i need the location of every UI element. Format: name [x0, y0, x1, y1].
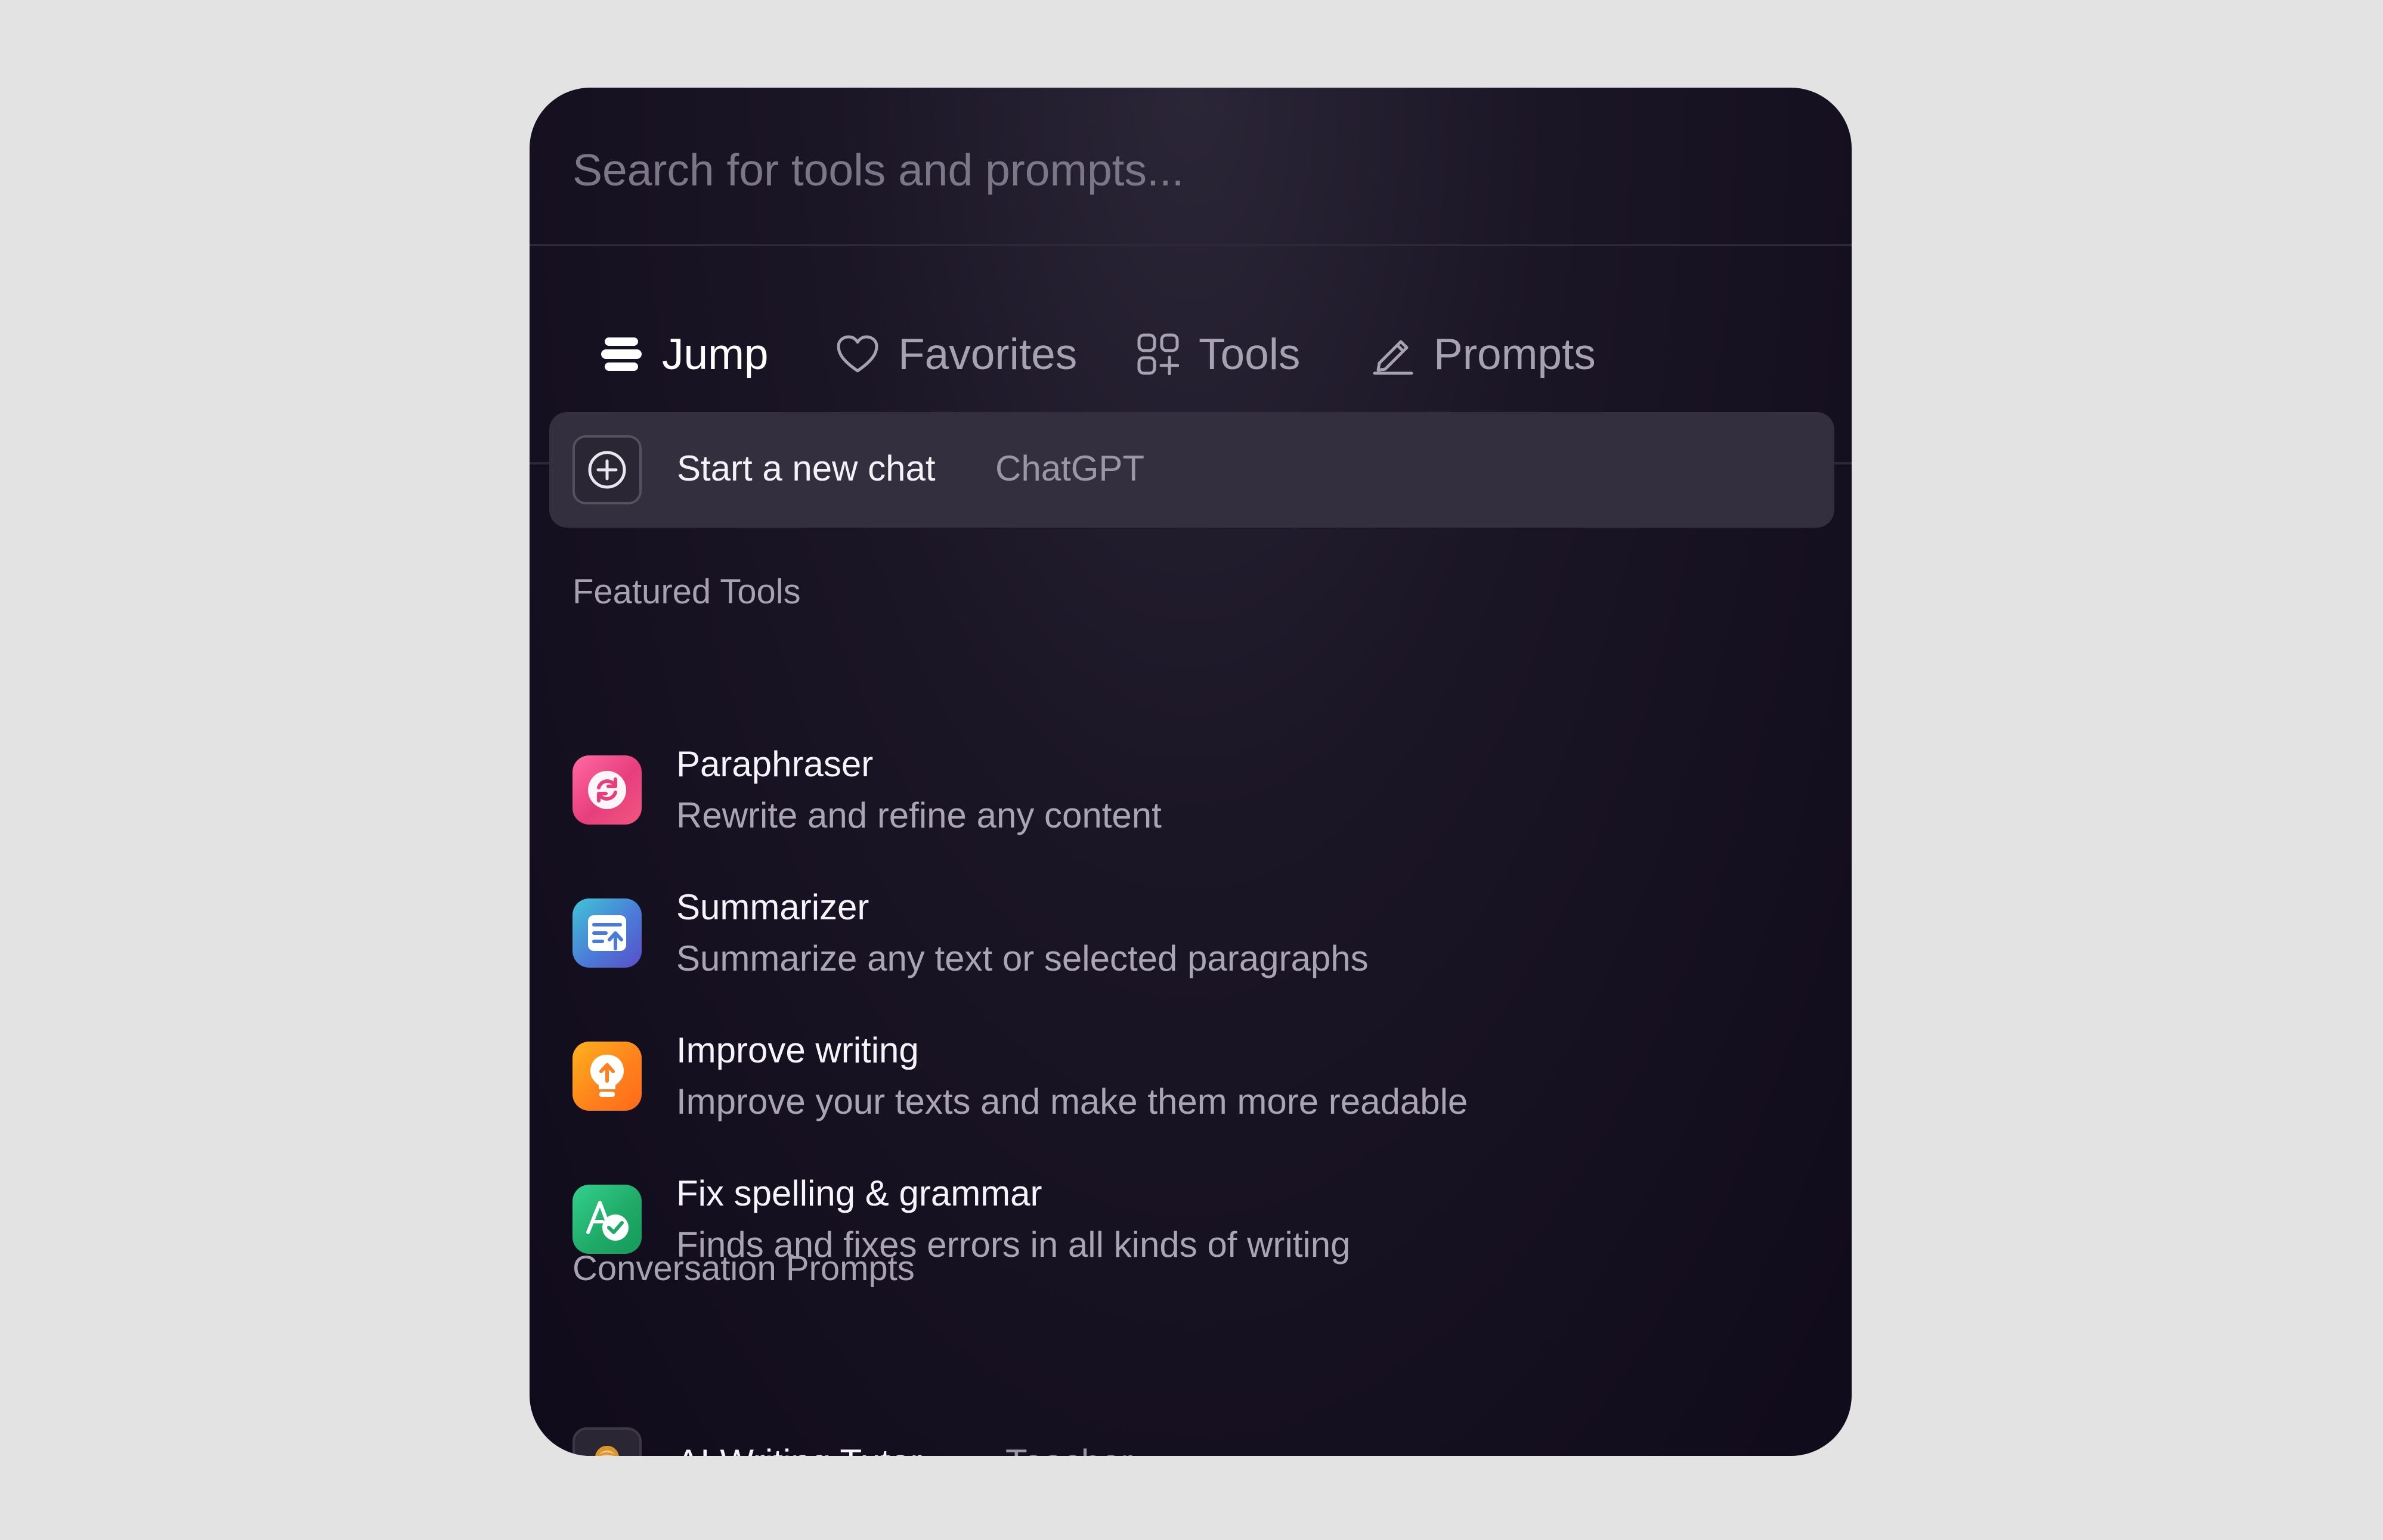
- command-palette: Jump Favorites Tools: [530, 88, 1852, 1456]
- tool-summarizer[interactable]: Summarizer Summarize any text or selecte…: [572, 887, 1795, 1006]
- prompt-name: AI Writing Tutor: [676, 1442, 922, 1456]
- tool-name: Paraphraser: [676, 744, 874, 784]
- search-bar: [530, 88, 1852, 246]
- jump-icon: [599, 331, 644, 377]
- tool-description: Rewrite and refine any content: [676, 795, 1162, 835]
- tool-description: Improve your texts and make them more re…: [676, 1082, 1468, 1121]
- tool-name: Fix spelling & grammar: [676, 1173, 1042, 1213]
- tool-name: Summarizer: [676, 887, 869, 927]
- grid-plus-icon: [1135, 331, 1181, 377]
- refresh-icon: [572, 755, 642, 825]
- prompt-ai-writing-tutor[interactable]: AI Writing Tutor Teacher: [572, 1427, 1467, 1456]
- search-input[interactable]: [572, 140, 1765, 200]
- tab-label: Tools: [1199, 330, 1301, 379]
- conversation-prompts-heading: Conversation Prompts: [572, 1249, 915, 1288]
- pencil-icon: [1370, 331, 1416, 377]
- tool-paraphraser[interactable]: Paraphraser Rewrite and refine any conte…: [572, 743, 1795, 863]
- teacher-emoji-icon: [572, 1427, 642, 1456]
- new-chat-title: Start a new chat: [677, 448, 936, 488]
- tool-name: Improve writing: [676, 1030, 919, 1070]
- tab-label: Favorites: [898, 330, 1078, 379]
- lightbulb-icon: [572, 1042, 642, 1111]
- prompt-role: Teacher: [1005, 1442, 1132, 1456]
- tool-improve-writing[interactable]: Improve writing Improve your texts and m…: [572, 1030, 1795, 1149]
- tab-label: Prompts: [1434, 330, 1596, 379]
- new-chat-subtitle: ChatGPT: [995, 448, 1145, 488]
- tab-label: Jump: [662, 330, 769, 379]
- check-a-icon: [572, 1185, 642, 1254]
- start-new-chat-row[interactable]: Start a new chat ChatGPT: [549, 412, 1834, 528]
- heart-icon: [835, 331, 880, 377]
- summary-upload-icon: [572, 898, 642, 968]
- plus-circle-icon: [572, 435, 642, 504]
- tool-description: Summarize any text or selected paragraph…: [676, 938, 1369, 978]
- featured-tools-heading: Featured Tools: [572, 572, 801, 611]
